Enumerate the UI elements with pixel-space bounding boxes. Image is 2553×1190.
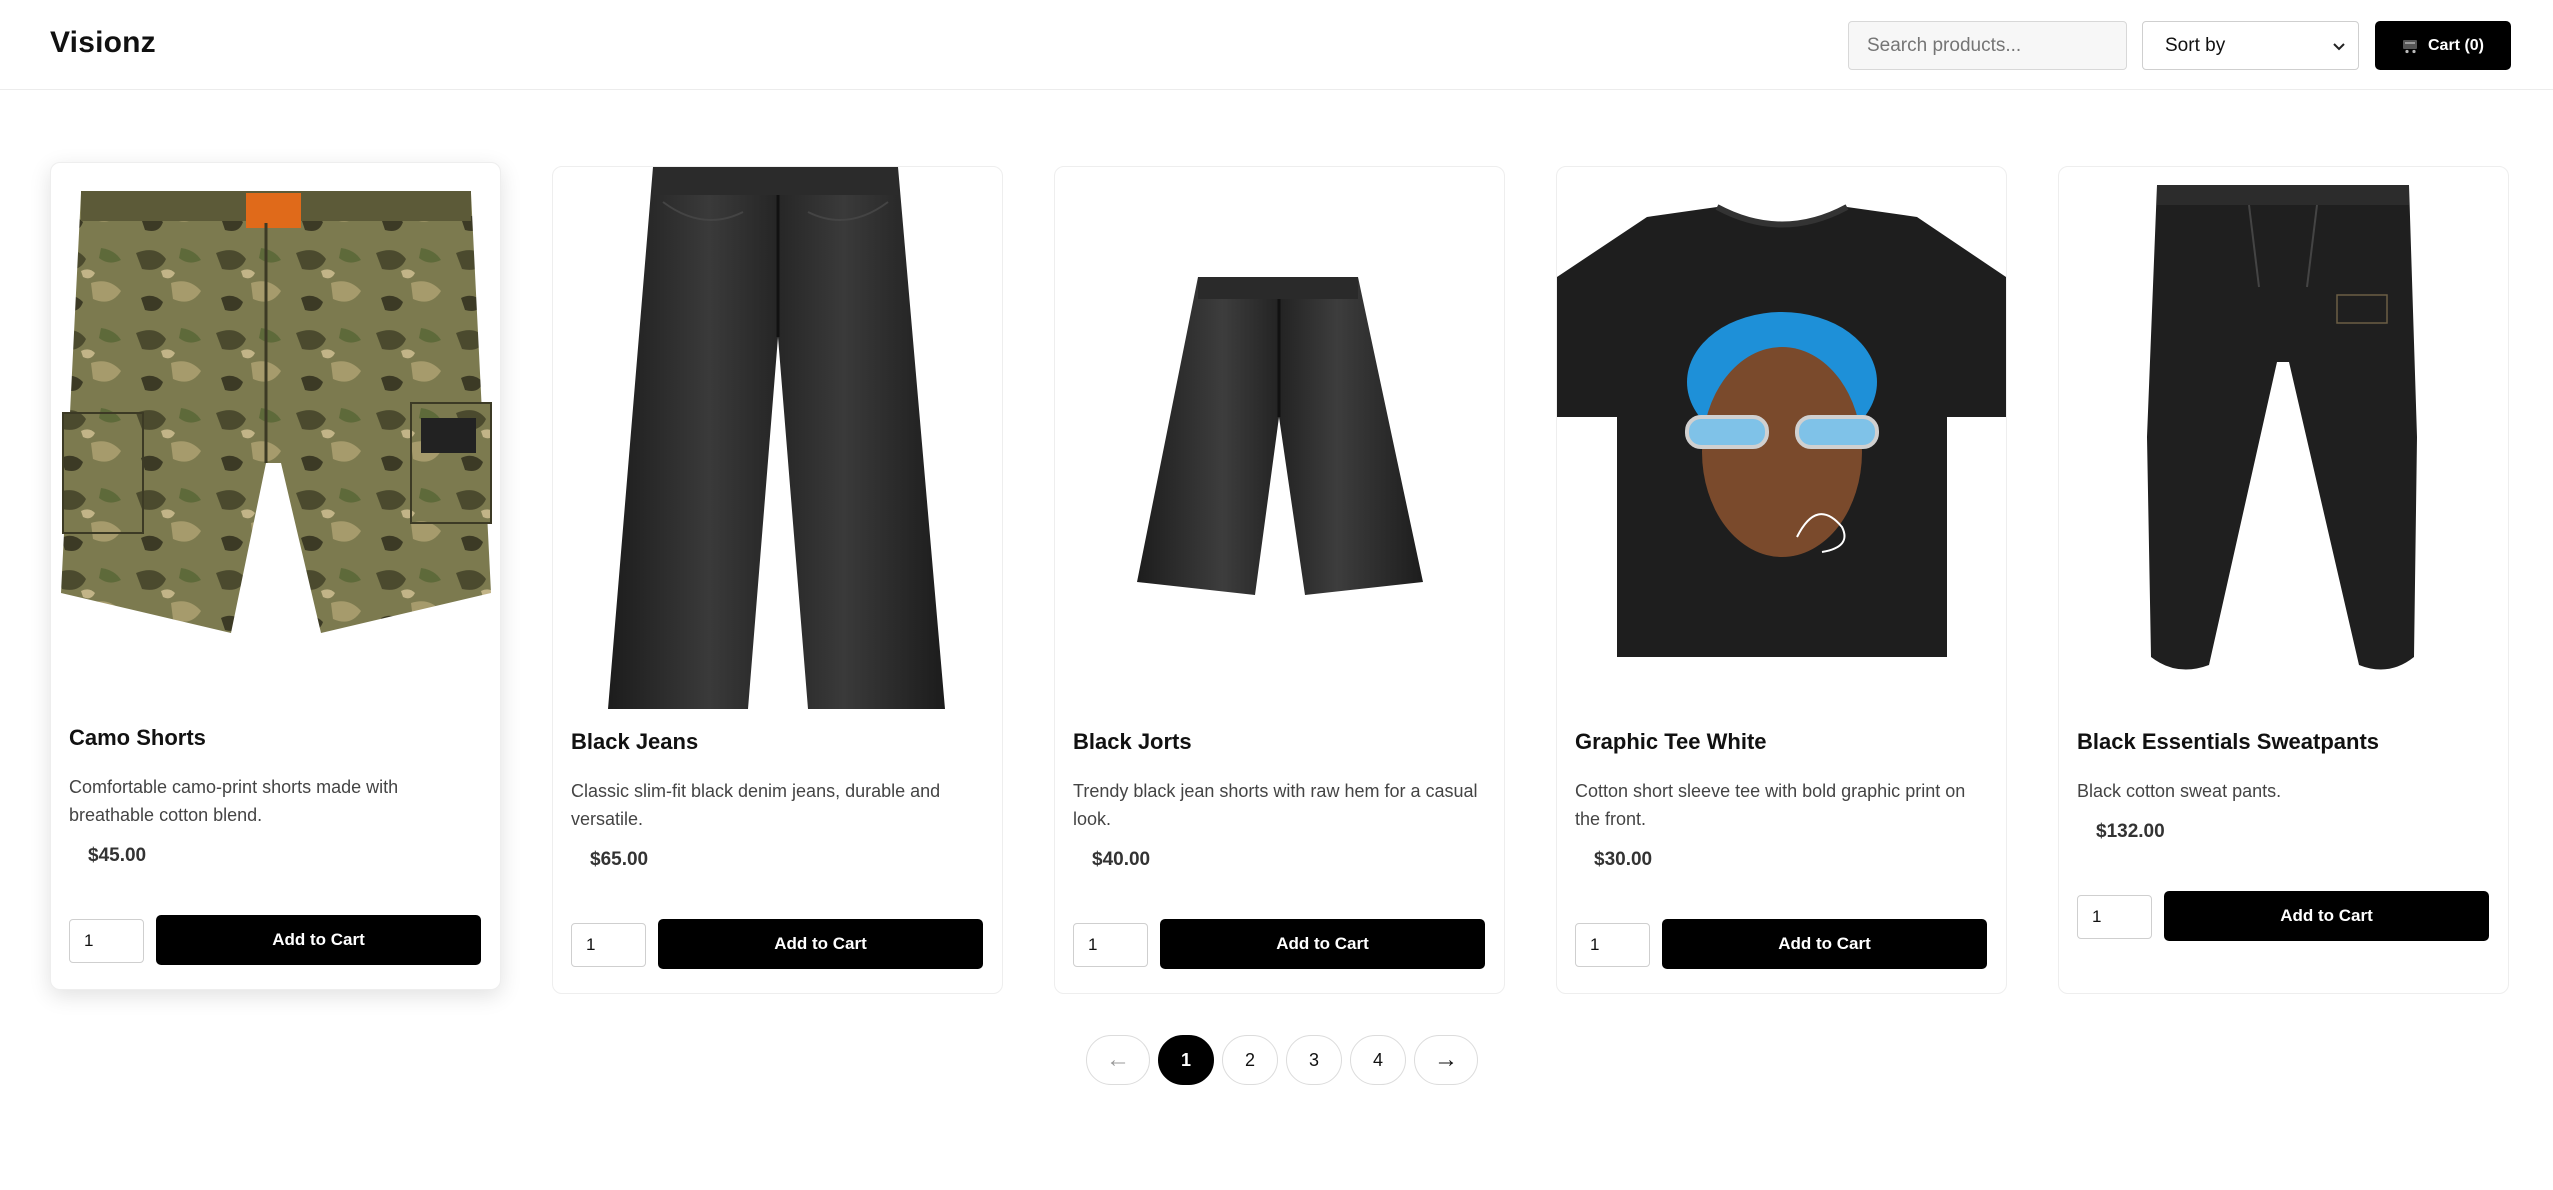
product-description: Black cotton sweat pants. bbox=[2077, 781, 2282, 801]
product-image[interactable] bbox=[51, 163, 500, 705]
product-title[interactable]: Black Essentials Sweatpants bbox=[2077, 729, 2379, 755]
product-image[interactable] bbox=[553, 167, 1002, 709]
camo-shorts-image bbox=[61, 191, 492, 633]
product-card[interactable]: Black Essentials Sweatpants Black cotton… bbox=[2058, 166, 2509, 994]
graphic-tee-image bbox=[1557, 204, 2006, 657]
cart-button[interactable]: Cart (0) bbox=[2375, 21, 2511, 70]
quantity-input[interactable] bbox=[2077, 895, 2152, 939]
product-description: Trendy black jean shorts with raw hem fo… bbox=[1073, 781, 1478, 829]
product-description: Classic slim-fit black denim jeans, dura… bbox=[571, 781, 941, 829]
cart-button-label: Cart (0) bbox=[2427, 36, 2484, 54]
product-price: $65.00 bbox=[590, 849, 649, 870]
sort-select-label: Sort by bbox=[2165, 34, 2226, 56]
black-jorts-image bbox=[1137, 277, 1423, 595]
add-to-cart-button[interactable]: Add to Cart bbox=[156, 915, 481, 965]
chevron-down-icon bbox=[2333, 42, 2345, 50]
page-3-button[interactable]: 3 bbox=[1286, 1035, 1342, 1085]
product-price: $132.00 bbox=[2096, 821, 2165, 842]
product-card[interactable]: Graphic Tee White Cotton short sleeve te… bbox=[1556, 166, 2007, 994]
product-image[interactable] bbox=[1055, 167, 1504, 709]
search-input[interactable] bbox=[1848, 21, 2127, 70]
add-to-cart-button[interactable]: Add to Cart bbox=[1662, 919, 1987, 969]
sweatpants-image bbox=[2147, 185, 2417, 670]
product-description: Cotton short sleeve tee with bold graphi… bbox=[1575, 781, 1966, 829]
product-description: Comfortable camo-print shorts made with … bbox=[69, 777, 399, 825]
product-card[interactable]: Camo Shorts Comfortable camo-print short… bbox=[50, 162, 501, 990]
page-2-button[interactable]: 2 bbox=[1222, 1035, 1278, 1085]
quantity-input[interactable] bbox=[69, 919, 144, 963]
quantity-input[interactable] bbox=[571, 923, 646, 967]
product-price: $40.00 bbox=[1092, 849, 1151, 870]
product-card[interactable]: Black Jeans Classic slim-fit black denim… bbox=[552, 166, 1003, 994]
product-price: $45.00 bbox=[88, 845, 147, 866]
product-title[interactable]: Graphic Tee White bbox=[1575, 729, 1767, 755]
black-jeans-image bbox=[608, 167, 945, 709]
product-price: $30.00 bbox=[1594, 849, 1653, 870]
next-page-button[interactable]: → bbox=[1414, 1035, 1478, 1085]
add-to-cart-button[interactable]: Add to Cart bbox=[658, 919, 983, 969]
add-to-cart-button[interactable]: Add to Cart bbox=[1160, 919, 1485, 969]
product-card[interactable]: Black Jorts Trendy black jean shorts wit… bbox=[1054, 166, 1505, 994]
cart-icon bbox=[2402, 39, 2417, 53]
product-image[interactable] bbox=[1557, 167, 2006, 709]
prev-page-button[interactable]: ← bbox=[1086, 1035, 1150, 1085]
pagination: ← 1 2 3 4 → bbox=[1086, 1034, 1478, 1086]
product-title[interactable]: Camo Shorts bbox=[69, 725, 206, 751]
product-title[interactable]: Black Jorts bbox=[1073, 729, 1192, 755]
sort-select[interactable]: Sort by bbox=[2142, 21, 2359, 70]
page-1-button[interactable]: 1 bbox=[1158, 1035, 1214, 1085]
add-to-cart-button[interactable]: Add to Cart bbox=[2164, 891, 2489, 941]
quantity-input[interactable] bbox=[1073, 923, 1148, 967]
page-4-button[interactable]: 4 bbox=[1350, 1035, 1406, 1085]
quantity-input[interactable] bbox=[1575, 923, 1650, 967]
product-image[interactable] bbox=[2059, 167, 2508, 709]
top-navigation-bar: Visionz Sort by Cart (0) bbox=[0, 0, 2553, 90]
brand-logo[interactable]: Visionz bbox=[50, 26, 156, 60]
product-title[interactable]: Black Jeans bbox=[571, 729, 698, 755]
